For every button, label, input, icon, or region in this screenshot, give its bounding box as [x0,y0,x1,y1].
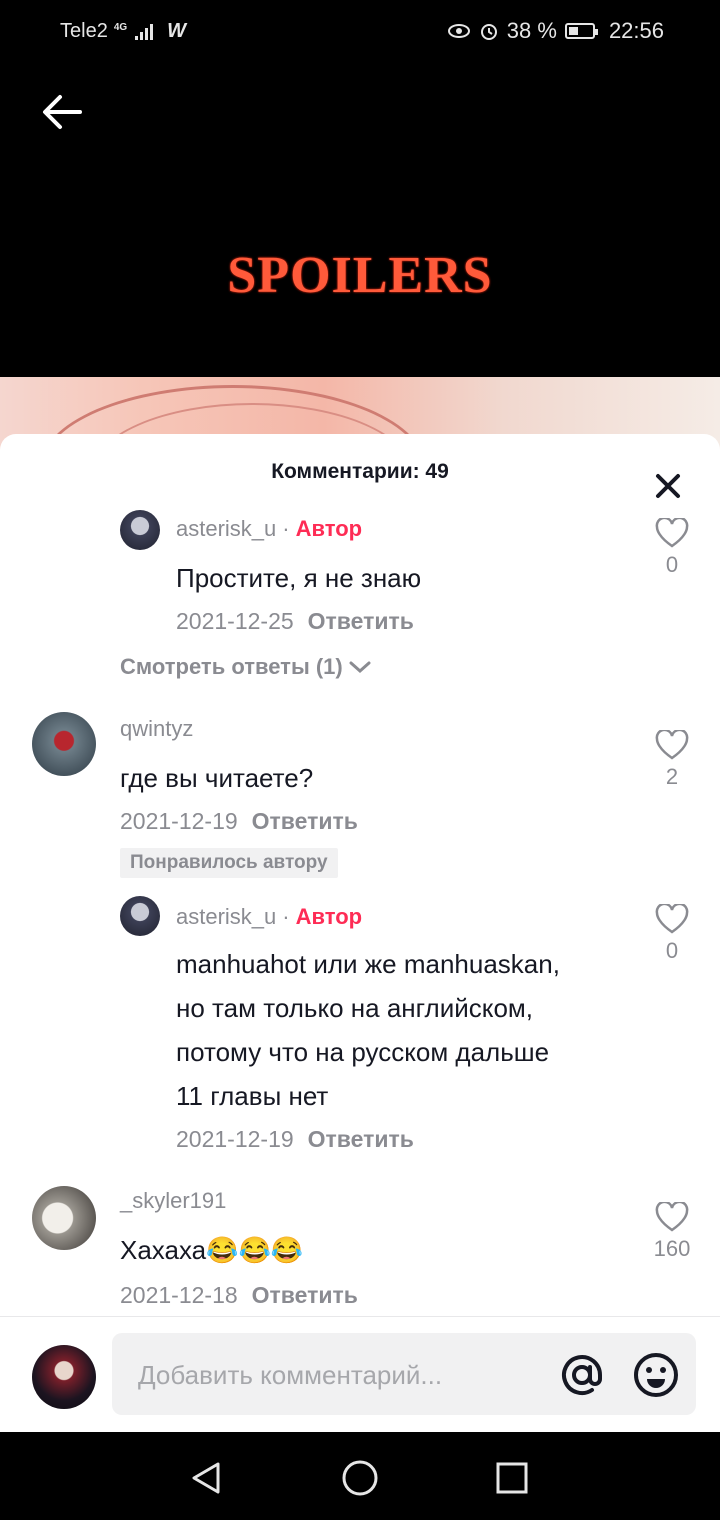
view-replies-button[interactable]: Смотреть ответы (1) [120,654,371,680]
back-arrow-icon [43,95,82,129]
avatar[interactable] [120,896,160,936]
nav-recents-icon [496,1462,528,1494]
clock: 22:56 [608,18,664,43]
author-badge: Автор [295,516,363,541]
view-replies-label: Смотреть ответы (1) [120,654,343,679]
avatar[interactable] [32,1186,96,1250]
status-right: 38 % 22:56 [447,18,664,44]
like-button[interactable]: 0 [642,518,702,578]
like-button[interactable]: 0 [642,904,702,964]
comment-date: 2021-12-18 [120,1282,238,1308]
comment-username[interactable]: qwintyz [120,716,193,742]
signal-icon [135,23,154,40]
comment-text-line: 11 главы нет [176,1081,329,1111]
battery-icon [564,23,598,39]
close-button[interactable] [652,470,684,502]
comment-text: где вы читаете? [120,763,314,793]
at-icon [562,1355,602,1396]
comment-text-line: потому что на русском дальше [176,1037,550,1067]
comments-title: Комментарии: 49 [271,460,449,483]
alarm-icon [480,24,497,40]
emoji-button[interactable] [632,1351,680,1399]
heart-icon [655,1202,689,1232]
avatar[interactable] [120,510,160,550]
comment-meta: 2021-12-19 Ответить [176,1126,414,1153]
like-count: 2 [665,764,679,789]
comment-username[interactable]: _skyler191 [120,1188,226,1214]
reply-button[interactable]: Ответить [308,608,414,634]
comment-meta: 2021-12-18 Ответить [120,1282,358,1309]
video-caption: SPOILERS [227,247,493,304]
like-count: 0 [665,938,679,963]
comment-input-box[interactable] [112,1333,696,1417]
carrier-label: Tele2 [60,20,108,42]
my-avatar[interactable] [32,1345,96,1409]
comment-text-line: но там только на английском, [176,993,534,1023]
emoji-icon [634,1353,678,1397]
reply-button[interactable]: Ответить [252,1282,358,1308]
chevron-down-icon [349,661,371,674]
comment-date: 2021-12-19 [120,808,238,834]
wifi-w-icon: W [167,20,187,42]
nav-home-icon [342,1460,378,1496]
mention-button[interactable] [558,1351,606,1399]
network-type: 4G [113,22,128,33]
comment-text: Хахаха😂😂😂 [120,1235,304,1265]
heart-icon [655,518,689,548]
nav-recents-button[interactable] [492,1458,532,1498]
comments-sheet: Комментарии: 49 asterisk_u · Автор Простит… [0,434,720,1520]
comment-text: manhuahot или же manhuaskan, но там толь… [176,942,636,1118]
comment-input[interactable] [136,1333,540,1417]
reply-button[interactable]: Ответить [308,1126,414,1152]
heart-icon [655,730,689,760]
system-nav-bar [0,1432,720,1520]
comment-date: 2021-12-25 [176,608,294,634]
author-badge: Автор [295,904,363,929]
comment-text-line: manhuahot или же manhuaskan, [176,949,560,979]
nav-back-button[interactable] [186,1458,226,1498]
eye-icon [447,24,470,38]
back-button[interactable] [40,92,84,132]
nav-back-icon [192,1462,220,1494]
like-button[interactable]: 160 [642,1202,702,1262]
nav-home-button[interactable] [340,1458,380,1498]
reply-button[interactable]: Ответить [252,808,358,834]
heart-icon [655,904,689,934]
status-bar: Tele2 4G W 38 % 22:56 [0,0,720,62]
comment-input-bar [0,1317,720,1431]
close-icon [656,474,680,498]
liked-by-author-badge: Понравилось автору [120,848,338,878]
status-left: Tele2 4G W [60,20,186,43]
like-count: 160 [653,1236,691,1261]
comment-meta: 2021-12-19 Ответить [120,808,358,835]
avatar[interactable] [32,712,96,776]
comment-username[interactable]: asterisk_u · Автор [176,904,362,930]
like-count: 0 [665,552,679,577]
comment-meta: 2021-12-25 Ответить [176,608,414,635]
like-button[interactable]: 2 [642,730,702,790]
comment-text: Простите, я не знаю [176,563,422,593]
battery-percent: 38 % [506,18,557,43]
comment-username[interactable]: asterisk_u · Автор [176,516,362,542]
comment-date: 2021-12-19 [176,1126,294,1152]
